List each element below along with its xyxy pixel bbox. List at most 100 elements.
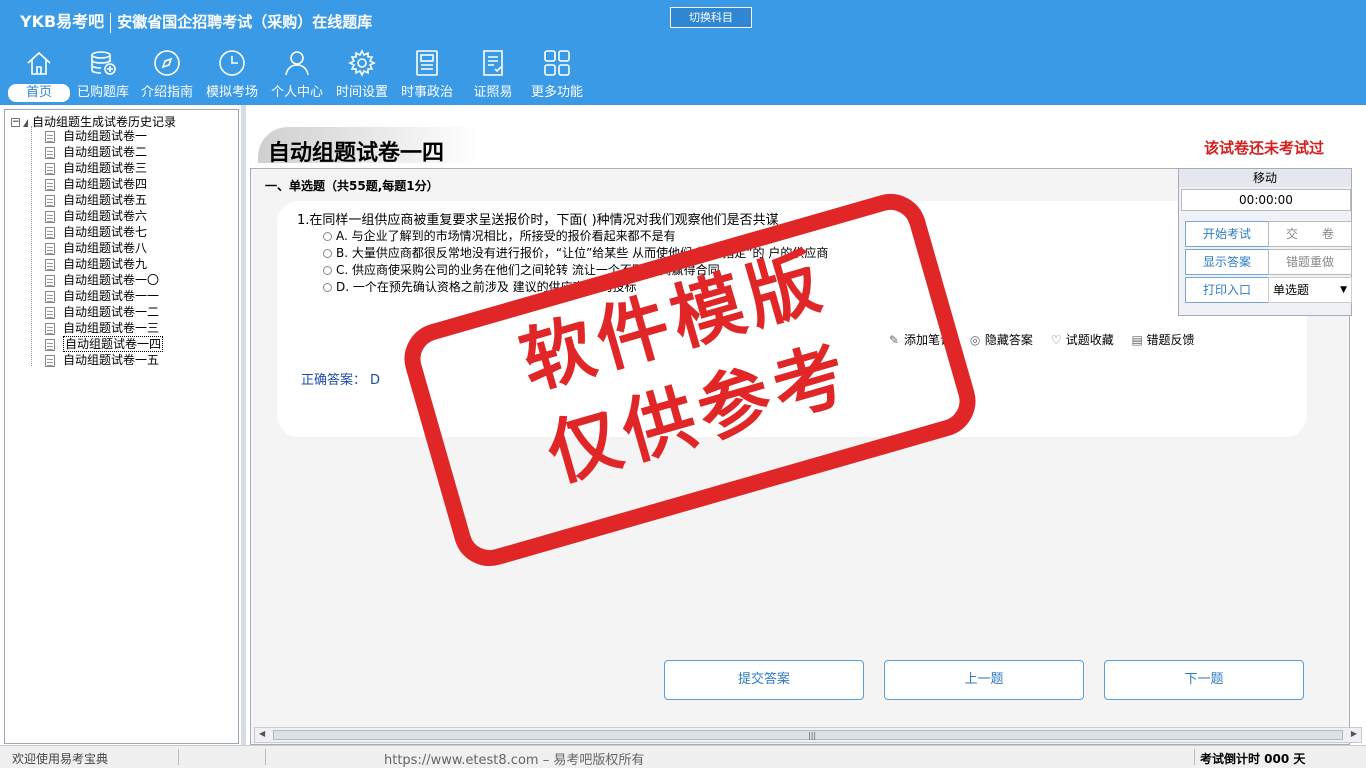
- tree-item-label: 自动组题试卷一〇: [63, 273, 160, 287]
- nav-profile[interactable]: 个人中心: [264, 48, 330, 104]
- favorite-button[interactable]: ♡ 试题收藏: [1051, 331, 1114, 348]
- panel-move-handle[interactable]: 移动: [1179, 169, 1351, 187]
- question-type-select[interactable]: 单选题 ▼: [1268, 277, 1352, 303]
- brand: YKB易考吧 安徽省国企招聘考试（采购）在线题库: [20, 8, 372, 33]
- tree-item[interactable]: 自动组题试卷一二: [45, 304, 159, 320]
- history-tree[interactable]: − 自动组题生成试卷历史记录 自动组题试卷一 自动组题试卷二 自动组题试卷三 自动…: [4, 109, 239, 744]
- tree-item-label: 自动组题试卷一: [63, 129, 148, 143]
- exam-timer: 00:00:00: [1181, 189, 1351, 211]
- correct-answer: 正确答案： D: [301, 369, 380, 388]
- answer-value: D: [370, 373, 381, 388]
- eye-icon: ◎: [969, 333, 981, 347]
- section-header: 一、单选题（共55题,每题1分）: [265, 179, 439, 193]
- tool-label: 错题反馈: [1146, 333, 1195, 347]
- horizontal-scrollbar[interactable]: ◀ ||| ▶: [254, 727, 1362, 743]
- copyright-text: https://www.etest8.com – 易考吧版权所有: [384, 753, 645, 768]
- app-header: YKB易考吧 安徽省国企招聘考试（采购）在线题库 切换科目 首页 已购题库 介绍指…: [0, 0, 1366, 105]
- prev-question-button[interactable]: 上一题: [884, 660, 1084, 700]
- dropdown-arrow-icon: ▼: [1340, 285, 1347, 295]
- nav-more[interactable]: 更多功能: [524, 48, 590, 104]
- radio-button[interactable]: [323, 249, 332, 258]
- tree-item[interactable]: 自动组题试卷一〇: [45, 272, 159, 288]
- tree-item[interactable]: 自动组题试卷八: [45, 240, 147, 256]
- nav-time-settings[interactable]: 时间设置: [329, 48, 395, 104]
- tree-item[interactable]: 自动组题试卷四: [45, 176, 147, 192]
- compass-icon: [154, 50, 180, 76]
- tree-item-label: 自动组题试卷一五: [63, 353, 160, 367]
- document-icon: [45, 306, 55, 319]
- hand-in-button[interactable]: 交 卷: [1268, 221, 1352, 247]
- folder-arrow-icon: [23, 118, 28, 127]
- tree-item-label: 自动组题试卷五: [63, 193, 148, 207]
- select-value: 单选题: [1273, 283, 1310, 297]
- paper-title: 自动组题试卷一四: [268, 141, 445, 166]
- document-icon: [45, 290, 55, 303]
- option-a[interactable]: A. 与企业了解到的市场情况相比，所接受的报价看起来都不是有: [323, 227, 676, 244]
- tree-item-label: 自动组题试卷三: [63, 161, 148, 175]
- logo-text: YKB易考吧: [20, 12, 105, 31]
- tree-item[interactable]: 自动组题试卷五: [45, 192, 147, 208]
- next-question-button[interactable]: 下一题: [1104, 660, 1304, 700]
- grip-icon: |||: [808, 731, 817, 740]
- document-icon: [45, 242, 55, 255]
- document-icon: [45, 354, 55, 367]
- clock-icon: [219, 50, 245, 76]
- scroll-thumb[interactable]: |||: [273, 730, 1343, 740]
- nav-current-affairs[interactable]: 时事政治: [394, 48, 460, 104]
- nav-label: 时间设置: [335, 85, 388, 100]
- question-stem: 1.在同样一组供应商被重复要求呈送报价时，下面( )种情况对我们观察他们是否共谋: [297, 213, 779, 228]
- radio-button[interactable]: [323, 283, 332, 292]
- tool-label: 试题收藏: [1065, 333, 1114, 347]
- tree-connector: [31, 126, 32, 366]
- submit-answer-button[interactable]: 提交答案: [664, 660, 864, 700]
- nav-label: 首页: [8, 84, 70, 102]
- print-button[interactable]: 打印入口: [1185, 277, 1269, 303]
- nav-label: 时事政治: [400, 85, 453, 100]
- show-answer-button[interactable]: 显示答案: [1185, 249, 1269, 275]
- tool-label: 隐藏答案: [984, 333, 1033, 347]
- status-bar: 欢迎使用易考宝典 https://www.etest8.com – 易考吧版权所…: [0, 745, 1366, 768]
- tree-item[interactable]: 自动组题试卷一三: [45, 320, 159, 336]
- answer-label: 正确答案：: [301, 373, 367, 388]
- document-icon: [45, 194, 55, 207]
- nav-guide[interactable]: 介绍指南: [134, 48, 200, 104]
- gear-icon: [348, 49, 376, 77]
- grid-icon: [544, 50, 570, 76]
- document-icon: [45, 338, 55, 351]
- nav-certificate[interactable]: 证照易: [460, 48, 526, 104]
- tree-item-label: 自动组题试卷六: [63, 209, 148, 223]
- nav-label: 介绍指南: [140, 85, 193, 100]
- tree-item-label: 自动组题试卷八: [63, 241, 148, 255]
- radio-button[interactable]: [323, 266, 332, 275]
- tree-item[interactable]: 自动组题试卷六: [45, 208, 147, 224]
- tree-item-label: 自动组题试卷一四: [63, 336, 164, 352]
- scroll-right-icon[interactable]: ▶: [1351, 729, 1357, 738]
- scroll-left-icon[interactable]: ◀: [259, 729, 265, 738]
- switch-subject-button[interactable]: 切换科目: [670, 7, 752, 28]
- document-icon: [45, 258, 55, 271]
- tree-item[interactable]: 自动组题试卷一一: [45, 288, 159, 304]
- nav-label: 更多功能: [530, 85, 583, 100]
- start-exam-button[interactable]: 开始考试: [1185, 221, 1269, 247]
- radio-button[interactable]: [323, 232, 332, 241]
- nav-purchased[interactable]: 已购题库: [70, 48, 136, 104]
- hide-answer-button[interactable]: ◎ 隐藏答案: [970, 331, 1033, 348]
- nav-label: 已购题库: [76, 85, 129, 100]
- tree-item-selected[interactable]: 自动组题试卷一四: [45, 336, 164, 352]
- tree-item[interactable]: 自动组题试卷七: [45, 224, 147, 240]
- nav-label: 证照易: [473, 85, 513, 100]
- nav-mock-exam[interactable]: 模拟考场: [199, 48, 265, 104]
- tree-item[interactable]: 自动组题试卷九: [45, 256, 147, 272]
- option-text: A. 与企业了解到的市场情况相比，所接受的报价看起来都不是有: [336, 229, 676, 243]
- report-error-button[interactable]: ▤ 错题反馈: [1132, 331, 1195, 348]
- tree-item[interactable]: 自动组题试卷二: [45, 144, 147, 160]
- tree-item-label: 自动组题试卷一一: [63, 289, 160, 303]
- document-icon: [45, 178, 55, 191]
- tree-item[interactable]: 自动组题试卷三: [45, 160, 147, 176]
- user-icon: [285, 51, 309, 76]
- collapse-icon[interactable]: −: [11, 118, 20, 127]
- tree-item[interactable]: 自动组题试卷一: [45, 128, 147, 144]
- tree-item[interactable]: 自动组题试卷一五: [45, 352, 159, 368]
- redo-wrong-button[interactable]: 错题重做: [1268, 249, 1352, 275]
- nav-home[interactable]: 首页: [6, 48, 72, 104]
